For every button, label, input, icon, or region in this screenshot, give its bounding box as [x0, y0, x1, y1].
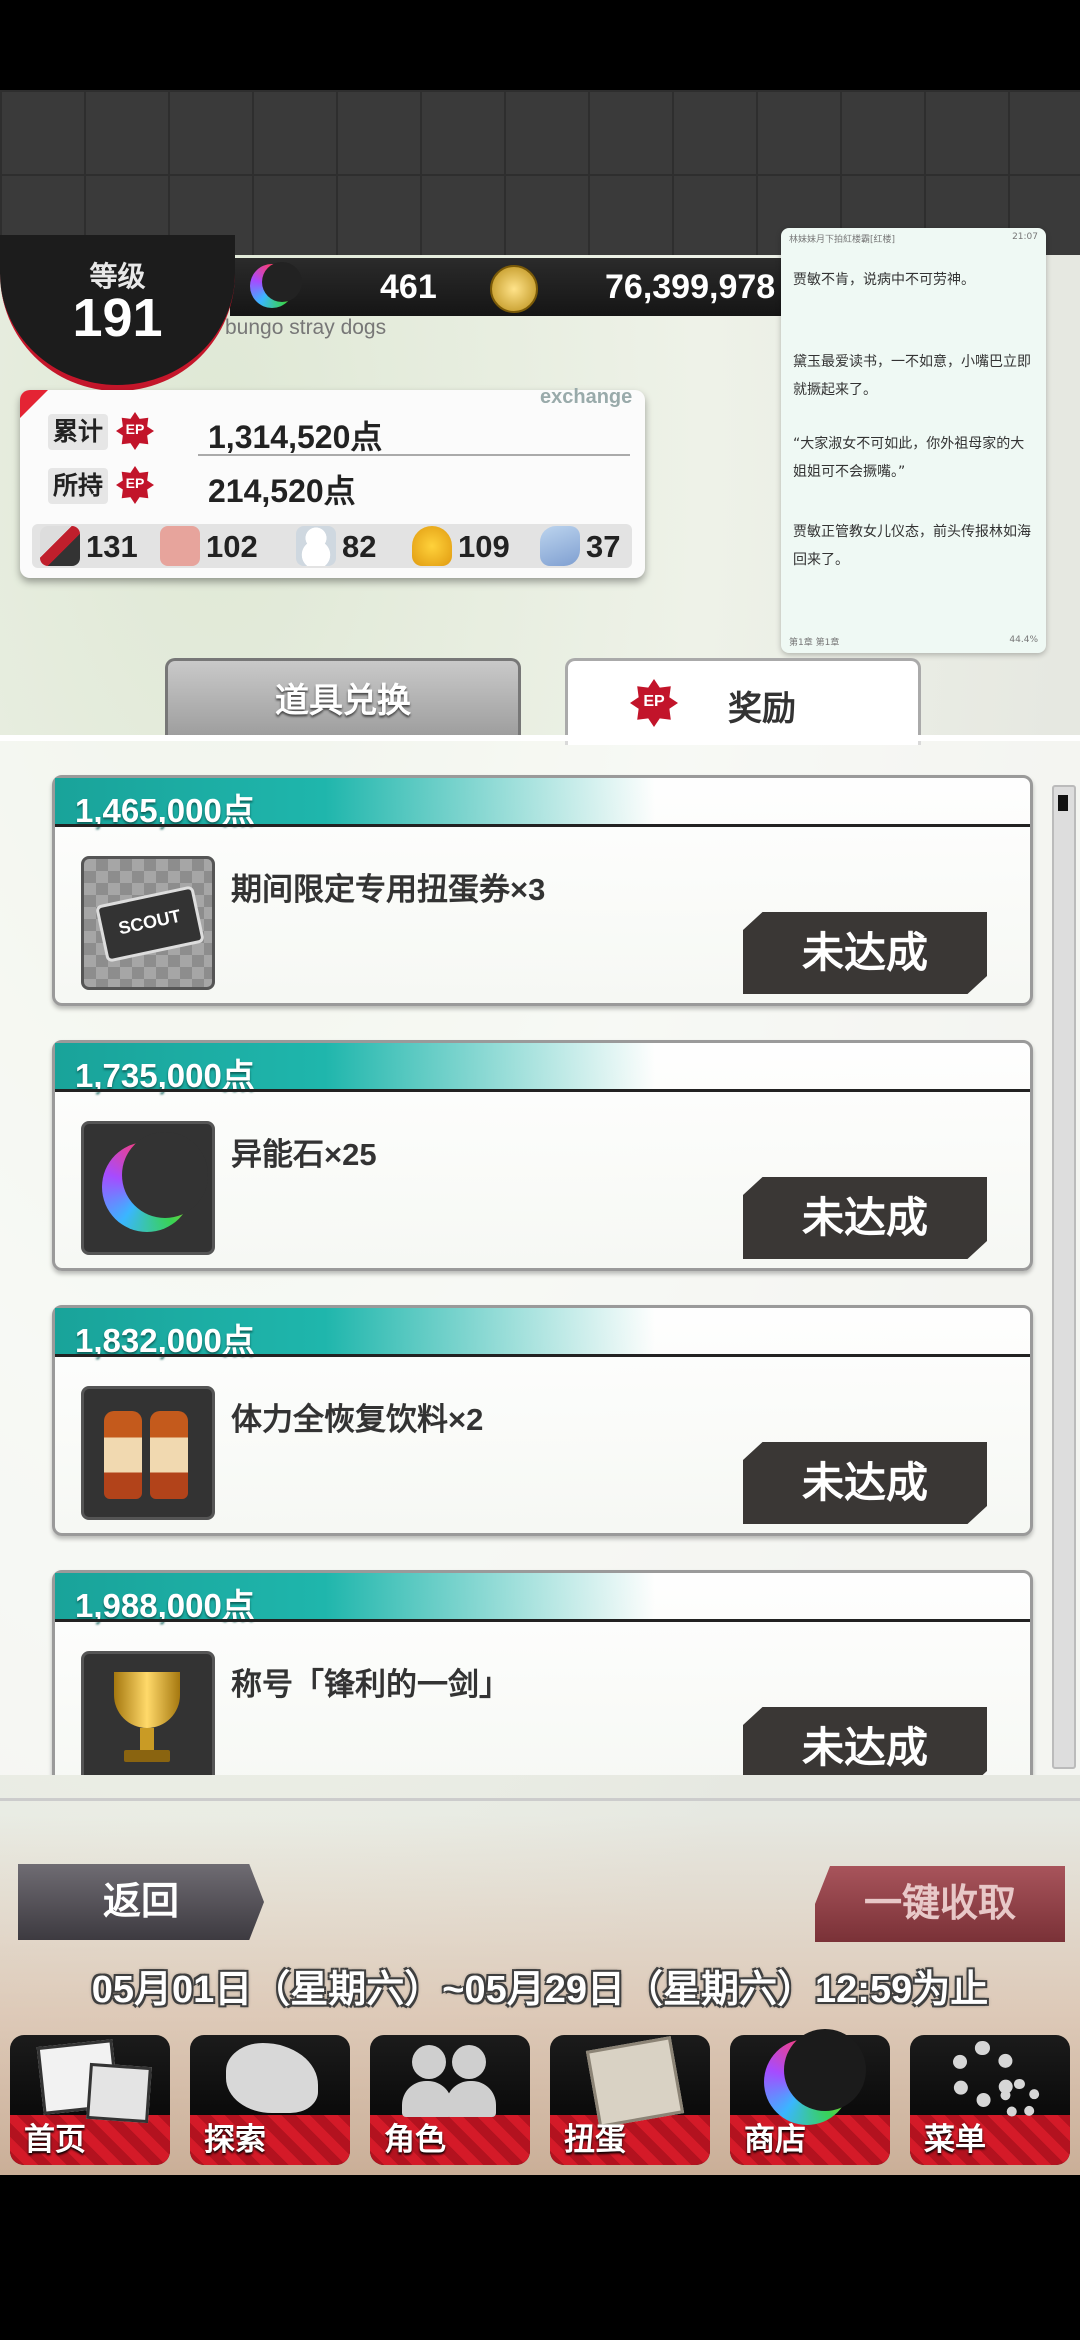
system-nav-area: [0, 2175, 1080, 2340]
status-bar: [0, 0, 1080, 90]
total-label: 累计: [48, 414, 108, 450]
bell-icon: [412, 526, 452, 566]
tab-reward-label: 奖励: [728, 690, 796, 728]
reward-status-button[interactable]: 未达成: [743, 1442, 987, 1524]
reader-paragraph: 黛玉最爱读书，一不如意，小嘴巴立即就撅起来了。: [793, 354, 1031, 398]
resource-bar: 461 76,399,978: [230, 258, 790, 316]
reader-paragraph: 贾敏正管教女儿仪态，前头传报林如海回来了。: [793, 524, 1031, 568]
reward-item: 1,735,000点 异能石×25 未达成: [52, 1040, 1033, 1271]
reward-name: 体力全恢复饮料×2: [231, 1402, 484, 1437]
bungo-logo-icon: [30, 2035, 152, 2125]
ep-icon: EP: [630, 679, 678, 727]
nav-characters[interactable]: 角色: [370, 2035, 530, 2165]
trophy-icon: [81, 1651, 215, 1775]
total-points-value: 1,314,520点: [208, 419, 383, 455]
nav-gacha-label: 扭蛋: [564, 2122, 626, 2157]
reader-paragraph: 贾敏不肯，说病中不可劳神。: [793, 272, 975, 288]
book-icon: [570, 2035, 690, 2128]
tiger-icon: [210, 2035, 330, 2125]
reader-footer: 第1章 第1章 44.4%: [789, 635, 1038, 649]
reader-time: 21:07: [1012, 232, 1038, 242]
footer-divider: [0, 1798, 1080, 1801]
ability-stone-icon: [250, 262, 302, 308]
people-icon: [390, 2035, 510, 2125]
tab-reward[interactable]: EP 奖励: [565, 658, 921, 745]
ep-icon: EP: [116, 466, 154, 504]
reader-progress: 44.4%: [1009, 635, 1038, 645]
exchange-tag: exchange: [540, 386, 633, 408]
reward-points-header: 1,988,000点: [55, 1573, 655, 1624]
event-points-card: 累计 EP 1,314,520点 所持 EP 214,520点 131 102 …: [20, 390, 645, 578]
sword-icon: [40, 526, 80, 566]
drink-bottles-icon: [81, 1386, 215, 1520]
owned-label: 所持: [48, 468, 108, 504]
tab-item-exchange[interactable]: 道具兑换: [165, 658, 521, 741]
nav-home[interactable]: 首页: [10, 2035, 170, 2165]
reader-header: 林妹妹月下拍紅楼霸[红楼] 21:07: [789, 232, 1038, 246]
reward-item: 1,465,000点 SCOUT 期间限定专用扭蛋券×3 未达成: [52, 775, 1033, 1006]
nav-menu-label: 菜单: [924, 2122, 986, 2157]
nav-gacha[interactable]: 扭蛋: [550, 2035, 710, 2165]
ep-icon: EP: [116, 412, 154, 450]
nav-explore-label: 探索: [204, 2122, 266, 2157]
reward-item: 1,988,000点 称号「锋利的一剑」 未达成: [52, 1570, 1033, 1775]
bottom-navigation: 首页 探索 角色 扭蛋 商店 菜单: [0, 2025, 1080, 2170]
reader-overlay-window[interactable]: 林妹妹月下拍紅楼霸[红楼] 21:07 贾敏不肯，说病中不可劳神。 黛玉最爱读书…: [781, 228, 1046, 653]
coin-count: 76,399,978: [605, 268, 776, 306]
reward-status-button[interactable]: 未达成: [743, 1707, 987, 1775]
rainbow-moon-icon: [750, 2029, 870, 2125]
nav-home-label: 首页: [24, 2122, 86, 2157]
reward-name: 异能石×25: [231, 1137, 377, 1172]
reward-list[interactable]: 1,465,000点 SCOUT 期间限定专用扭蛋券×3 未达成 1,735,0…: [0, 740, 1080, 1775]
owned-points-row: 所持 EP 214,520点: [40, 464, 630, 509]
reward-name: 称号「锋利的一剑」: [231, 1667, 510, 1702]
coin-icon: [490, 265, 538, 313]
rainbow-moon-icon: [81, 1121, 215, 1255]
nav-characters-label: 角色: [384, 2122, 446, 2157]
scout-ticket-icon: SCOUT: [81, 856, 215, 990]
level-value: 191: [72, 288, 163, 348]
back-button[interactable]: 返回: [18, 1864, 264, 1940]
scrollbar-thumb[interactable]: [1058, 795, 1068, 811]
shoe-icon: [540, 526, 580, 566]
reader-paragraph: “大家淑女不可如此，你外祖母家的大姐姐可不会撅嘴。”: [793, 436, 1025, 480]
gear-icon: [930, 2035, 1050, 2125]
reward-points-header: 1,832,000点: [55, 1308, 655, 1359]
divider-line: [198, 454, 630, 456]
total-points-row: 累计 EP 1,314,520点: [40, 410, 630, 456]
event-period: 05月01日（星期六）~05月29日（星期六）12:59为止: [91, 1969, 989, 2011]
reader-chapter: 第1章 第1章: [789, 638, 840, 648]
reward-status-button[interactable]: 未达成: [743, 1177, 987, 1259]
nav-shop-label: 商店: [744, 2122, 806, 2157]
collect-all-button[interactable]: 一键收取: [815, 1866, 1065, 1942]
owned-points-value: 214,520点: [208, 473, 356, 509]
reward-list-scrollbar[interactable]: [1052, 785, 1076, 1769]
snowman-icon: [296, 526, 336, 566]
game-subtitle: bungo stray dogs: [225, 316, 387, 339]
reward-status-button[interactable]: 未达成: [743, 912, 987, 994]
event-items-row: 131 102 82 109 37: [32, 524, 632, 568]
stone-count: 461: [380, 268, 437, 306]
reward-item: 1,832,000点 体力全恢复饮料×2 未达成: [52, 1305, 1033, 1536]
tab-underline: [0, 735, 1080, 741]
nav-explore[interactable]: 探索: [190, 2035, 350, 2165]
cloth-icon: [160, 526, 200, 566]
reward-points-header: 1,735,000点: [55, 1043, 655, 1094]
reader-title: 林妹妹月下拍紅楼霸[红楼]: [789, 235, 896, 245]
nav-shop[interactable]: 商店: [730, 2029, 890, 2165]
reward-name: 期间限定专用扭蛋券×3: [231, 872, 546, 907]
reward-points-header: 1,465,000点: [55, 778, 655, 829]
nav-menu[interactable]: 菜单: [910, 2035, 1070, 2165]
